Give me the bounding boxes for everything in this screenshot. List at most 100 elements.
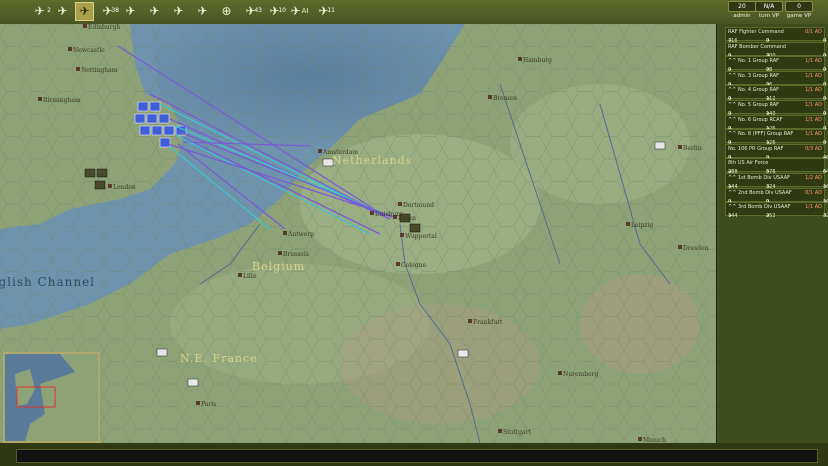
city-dot — [518, 57, 522, 61]
plane-recon-icon: ✈ — [79, 4, 90, 18]
air-unit-row[interactable]: 8th US Air Force✈ 288✈ 576✈ 64 — [725, 158, 828, 175]
city-label: Frankfurt — [473, 319, 503, 326]
region-label-ne-france: N.E. France — [180, 352, 258, 365]
minimap[interactable] — [3, 352, 100, 443]
city-label: Newcastle — [73, 47, 105, 54]
minimap-canvas[interactable] — [5, 354, 98, 441]
strategic-map[interactable]: Edinburgh Newcastle Nottingham Birmingham Lo… — [0, 24, 716, 443]
tool-button-12[interactable]: ✈ AI — [290, 2, 309, 21]
unit-name: ^^ No. 5 Group RAF — [728, 102, 780, 108]
city-dot — [278, 251, 282, 255]
unit-name: ^^ 3rd Bomb Div USAAF — [728, 204, 791, 211]
sea-label-english-channel: English Channel — [0, 275, 95, 289]
city-label: Stuttgart — [503, 429, 531, 436]
air-unit-row[interactable]: ^^ 1st Bomb Div USAAF1/2 AD✈ 144✈ 324✈ 1… — [725, 173, 828, 190]
city-label: Wuppertal — [405, 233, 437, 240]
city-label: Leipzig — [631, 222, 653, 229]
tool-text: AI — [301, 7, 309, 15]
plane-transport-icon: ⊕ — [221, 4, 232, 18]
city-dot — [626, 222, 630, 226]
tool-button-3[interactable]: ✈ — [75, 2, 94, 21]
unit-ad-status: 1/1 AD — [805, 102, 822, 108]
city-label: Paris — [201, 401, 216, 408]
city-dot — [396, 262, 400, 266]
unit-name: ^^ No. 6 Group RCAF — [728, 116, 783, 123]
admin-stat: 20 admin — [728, 1, 756, 20]
tool-button-2[interactable]: ✈ — [53, 2, 72, 21]
unit-name: No. 106 PR Group RAF — [728, 145, 784, 152]
tool-button-5[interactable]: ✈ — [121, 2, 140, 21]
tool-button-9[interactable]: ⊕ — [217, 2, 236, 21]
air-unit-row[interactable]: ^^ No. 3 Group RAF1/1 AD✈ 0✈ 96✈ 0 — [725, 70, 827, 88]
city-dot — [398, 202, 402, 206]
city-label: Hamburg — [523, 57, 552, 64]
tool-button-10[interactable]: ✈ 43 — [241, 2, 262, 21]
city-dot — [196, 401, 200, 405]
city-label: Nuremberg — [563, 371, 598, 378]
unit-name: ^^ 2nd Bomb Div USAAF — [728, 189, 792, 196]
city-label: Antwerp — [287, 231, 314, 238]
city-dot — [678, 245, 682, 249]
plane-intercept-icon: ✈ — [173, 4, 184, 18]
tool-button-1[interactable]: ✈ 2 — [30, 2, 51, 21]
recon-count-value: 32 — [823, 213, 828, 220]
air-unit-row[interactable]: ^^ No. 8 (PFF) Group RAF1/1 AD✈ 0✈ 126✈ … — [725, 129, 827, 146]
tool-badge: 10 — [278, 7, 286, 14]
air-unit-row[interactable]: RAF Bomber Command✈ 0✈ 700✈ 0 — [725, 41, 827, 59]
unit-ad-status: 1/1 AD — [805, 87, 822, 94]
turn-vp-label: turn VP — [758, 13, 780, 19]
air-unit-row[interactable]: ^^ 3rd Bomb Div USAAF 1/1 AD ✈ 144 ✈ 252 ✈ 3… — [725, 202, 828, 220]
air-unit-row[interactable]: ^^ No. 5 Group RAF1/1 AD✈ 0✈ 140✈ 0 — [725, 100, 827, 117]
city-label: Nottingham — [81, 67, 118, 74]
map-canvas[interactable]: Edinburgh Newcastle Nottingham Birmingham Lo… — [0, 24, 716, 443]
bottom-bar — [0, 443, 828, 466]
air-command-panel: RAF Fighter Command0/1 AD✈ 716✈ 0✈ 0RAF … — [716, 24, 828, 443]
city-dot — [76, 67, 80, 71]
unit-ad-status: 1/1 AD — [805, 116, 822, 123]
tool-button-8[interactable]: ✈ — [193, 2, 212, 21]
game-vp-value: 0 — [785, 1, 813, 12]
air-unit-row[interactable]: No. 106 PR Group RAF0/3 AD✈ 0✈ 0✈ 48 — [725, 143, 828, 161]
unit-ad-status: 1/1 AD — [805, 204, 822, 211]
unit-ad-status: 0/1 AD — [805, 189, 822, 196]
city-dot — [558, 371, 562, 375]
city-dot — [38, 97, 42, 101]
game-vp-stat: 0 game VP — [785, 1, 813, 20]
tool-button-4[interactable]: ✈ 38 — [98, 2, 119, 21]
air-unit-row[interactable]: ^^ No. 1 Group RAF1/1 AD✈ 0✈ 98✈ 0 — [725, 56, 827, 73]
turn-vp-value: N/A — [755, 1, 783, 12]
city-dot — [400, 233, 404, 237]
city-label: Birmingham — [43, 97, 81, 104]
tool-badge: 11 — [327, 7, 335, 14]
tool-button-6[interactable]: ✈ — [145, 2, 164, 21]
tool-badge: 43 — [254, 7, 262, 14]
city-dot — [318, 149, 322, 153]
city-label: Dortmund — [403, 202, 434, 209]
game-vp-label: game VP — [786, 13, 812, 19]
tool-button-13[interactable]: ✈ 11 — [314, 2, 335, 21]
city-label: London — [113, 184, 136, 191]
toolbar: ✈ 2 ✈ ✈ ✈ 38 ✈ ✈ ✈ ✈ ⊕ ✈ 43 ✈ 10 ✈ AI ✈ 11 20 admin N/A tu… — [0, 0, 828, 25]
plane-escort-icon: ✈ — [149, 4, 160, 18]
city-label: Dresden — [683, 245, 709, 252]
city-dot — [283, 231, 287, 235]
unit-ad-status: 1/2 AD — [805, 175, 822, 181]
fighter-count-value: 144 — [728, 213, 738, 220]
admin-label: admin — [733, 13, 751, 19]
air-unit-row[interactable]: ^^ No. 4 Group RAF1/1 AD✈ 0✈ 112✈ 0 — [725, 85, 827, 102]
city-dot — [108, 184, 112, 188]
unit-ad-status: 1/1 AD — [805, 58, 822, 65]
unit-name: ^^ No. 4 Group RAF — [728, 87, 780, 94]
message-bar — [16, 449, 818, 463]
city-dot — [238, 273, 242, 277]
city-dot — [638, 437, 642, 441]
bomber-count-value: 252 — [766, 213, 776, 220]
air-unit-row[interactable]: ^^ No. 6 Group RCAF1/1 AD✈ 0✈ 126✈ 0 — [725, 114, 827, 132]
city-label: Edinburgh — [88, 24, 120, 31]
city-dot — [68, 47, 72, 51]
tool-button-7[interactable]: ✈ — [169, 2, 188, 21]
unit-name: ^^ 1st Bomb Div USAAF — [728, 175, 790, 181]
air-unit-row[interactable]: RAF Fighter Command0/1 AD✈ 716✈ 0✈ 0 — [725, 27, 827, 44]
air-unit-row[interactable]: ^^ 2nd Bomb Div USAAF0/1 AD✈ 0✈ 0✈ 16 — [725, 187, 828, 205]
tool-button-11[interactable]: ✈ 10 — [265, 2, 286, 21]
